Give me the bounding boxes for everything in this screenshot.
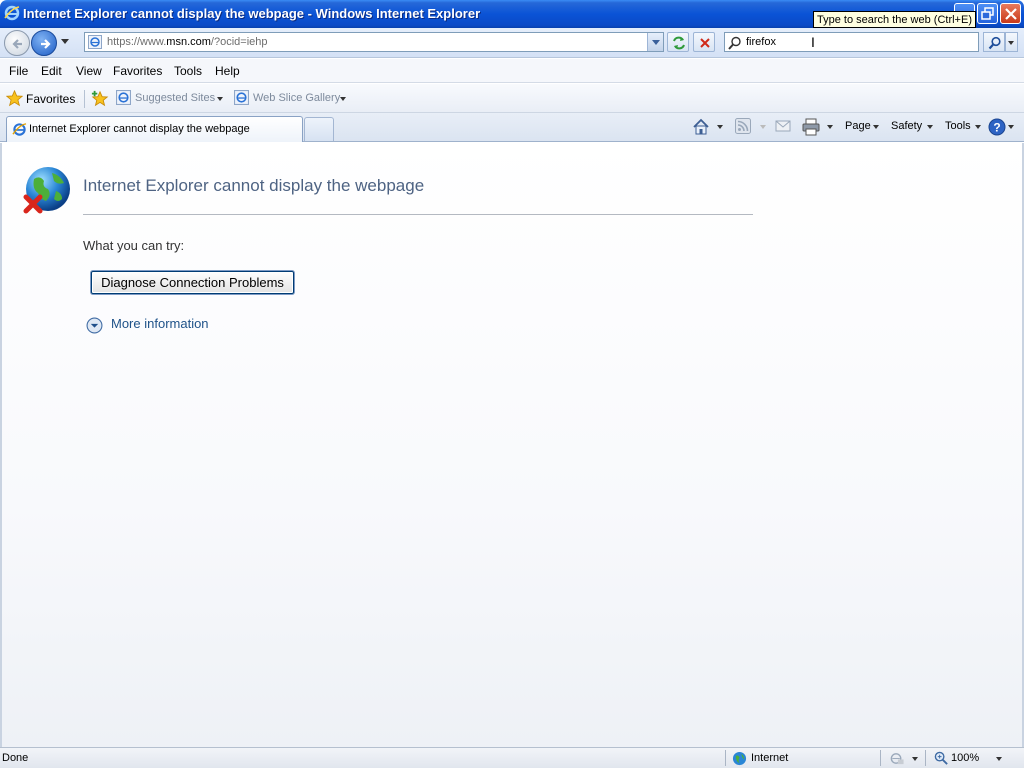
tools-dropdown-icon[interactable] bbox=[975, 125, 981, 129]
home-icon[interactable] bbox=[692, 118, 710, 136]
suggested-sites-dropdown-icon[interactable] bbox=[217, 97, 223, 101]
back-arrow-icon bbox=[12, 39, 22, 49]
status-divider bbox=[725, 750, 726, 766]
internet-zone-icon bbox=[732, 751, 747, 766]
status-divider bbox=[925, 750, 926, 766]
tab-bar: Internet Explorer cannot display the web… bbox=[0, 113, 1024, 142]
page-title: Internet Explorer cannot display the web… bbox=[83, 176, 425, 195]
page-dropdown-icon[interactable] bbox=[873, 125, 879, 129]
address-dropdown-button[interactable] bbox=[647, 33, 663, 51]
safety-menu[interactable]: Safety bbox=[891, 120, 922, 132]
restore-icon bbox=[981, 7, 994, 20]
stop-button[interactable] bbox=[693, 32, 715, 52]
refresh-icon bbox=[673, 36, 685, 50]
security-zone: Internet bbox=[751, 752, 789, 764]
tab-title: Internet Explorer cannot display the web… bbox=[29, 123, 250, 135]
close-window-button[interactable] bbox=[1000, 3, 1021, 24]
url-path: /?ocid=iehp bbox=[210, 36, 268, 48]
menu-bar: File Edit View Favorites Tools Help bbox=[0, 59, 1024, 83]
navigation-bar: https://www.msn.com/?ocid=iehp firefox I bbox=[0, 28, 1024, 58]
close-icon bbox=[1005, 8, 1017, 20]
search-go-icon bbox=[988, 36, 1001, 50]
menu-favorites[interactable]: Favorites bbox=[113, 64, 162, 78]
web-slice-gallery-label: Web Slice Gallery bbox=[253, 92, 341, 104]
search-options-dropdown[interactable] bbox=[1005, 32, 1018, 52]
suggested-sites-label: Suggested Sites bbox=[135, 92, 216, 104]
title-divider bbox=[83, 214, 753, 215]
globe-error-icon bbox=[23, 167, 70, 214]
tab-page-icon bbox=[12, 123, 27, 136]
search-tooltip: Type to search the web (Ctrl+E) bbox=[813, 11, 976, 28]
url-host: msn.com bbox=[166, 36, 211, 48]
web-slice-gallery-icon bbox=[234, 90, 249, 105]
favorites-bar: Favorites Suggested Sites Web Slice Gall… bbox=[0, 84, 1024, 113]
feeds-icon[interactable] bbox=[735, 118, 751, 134]
menu-help[interactable]: Help bbox=[215, 64, 240, 78]
menu-tools[interactable]: Tools bbox=[174, 64, 202, 78]
menu-file[interactable]: File bbox=[9, 64, 28, 78]
back-button[interactable] bbox=[4, 30, 30, 56]
home-dropdown-icon[interactable] bbox=[717, 125, 723, 129]
suggested-sites-icon bbox=[116, 90, 131, 105]
ie-logo-icon bbox=[4, 5, 20, 21]
recent-pages-dropdown[interactable] bbox=[61, 39, 69, 44]
zoom-icon[interactable] bbox=[934, 751, 949, 766]
status-divider bbox=[880, 750, 881, 766]
add-to-favorites-bar-icon[interactable] bbox=[91, 90, 109, 108]
page-icon bbox=[88, 35, 102, 49]
stop-icon bbox=[700, 38, 710, 48]
tab-active[interactable]: Internet Explorer cannot display the web… bbox=[6, 116, 303, 142]
what-you-can-try-label: What you can try: bbox=[83, 238, 185, 253]
new-tab-button[interactable] bbox=[304, 117, 334, 141]
forward-arrow-icon bbox=[41, 39, 51, 49]
protected-mode-icon[interactable] bbox=[889, 751, 905, 766]
help-icon[interactable]: ? bbox=[988, 118, 1006, 136]
search-icon bbox=[728, 36, 741, 50]
favorites-separator bbox=[84, 90, 85, 108]
feeds-dropdown-icon[interactable] bbox=[760, 125, 766, 129]
safety-dropdown-icon[interactable] bbox=[927, 125, 933, 129]
zoom-level[interactable]: 100% bbox=[951, 752, 979, 764]
zoom-dropdown-icon[interactable] bbox=[996, 757, 1002, 761]
svg-text:?: ? bbox=[993, 121, 1000, 135]
page-menu[interactable]: Page bbox=[845, 120, 871, 132]
print-dropdown-icon[interactable] bbox=[827, 125, 833, 129]
address-bar[interactable]: https://www.msn.com/?ocid=iehp bbox=[84, 32, 664, 52]
status-text: Done bbox=[2, 752, 29, 764]
url-scheme: https://www. bbox=[107, 36, 167, 48]
search-box[interactable]: firefox I bbox=[724, 32, 979, 52]
diagnose-connection-button[interactable]: Diagnose Connection Problems bbox=[91, 271, 294, 294]
favorites-star-icon bbox=[6, 90, 23, 107]
more-information-link[interactable]: More information bbox=[111, 316, 209, 331]
text-cursor-icon: I bbox=[811, 34, 815, 50]
web-slice-gallery-dropdown-icon[interactable] bbox=[340, 97, 346, 101]
help-dropdown-icon[interactable] bbox=[1008, 125, 1014, 129]
page-content: Internet Explorer cannot display the web… bbox=[0, 143, 1024, 747]
read-mail-icon[interactable] bbox=[775, 118, 791, 134]
forward-button[interactable] bbox=[31, 30, 57, 56]
favorites-label: Favorites bbox=[26, 92, 76, 106]
expand-chevron-icon[interactable] bbox=[86, 317, 103, 334]
restore-button[interactable] bbox=[977, 3, 998, 24]
protected-mode-dropdown-icon[interactable] bbox=[912, 757, 918, 761]
print-icon[interactable] bbox=[802, 118, 820, 136]
menu-view[interactable]: View bbox=[76, 64, 102, 78]
search-query: firefox bbox=[746, 36, 776, 48]
address-url: https://www.msn.com/?ocid=iehp bbox=[107, 36, 268, 48]
tools-menu[interactable]: Tools bbox=[945, 120, 971, 132]
favorites-button[interactable]: Favorites bbox=[4, 88, 78, 110]
refresh-button[interactable] bbox=[667, 32, 689, 52]
menu-edit[interactable]: Edit bbox=[41, 64, 62, 78]
status-bar: Done Internet 100% bbox=[0, 747, 1024, 768]
window-title: Internet Explorer cannot display the web… bbox=[23, 6, 481, 21]
search-go-button[interactable] bbox=[983, 32, 1005, 52]
